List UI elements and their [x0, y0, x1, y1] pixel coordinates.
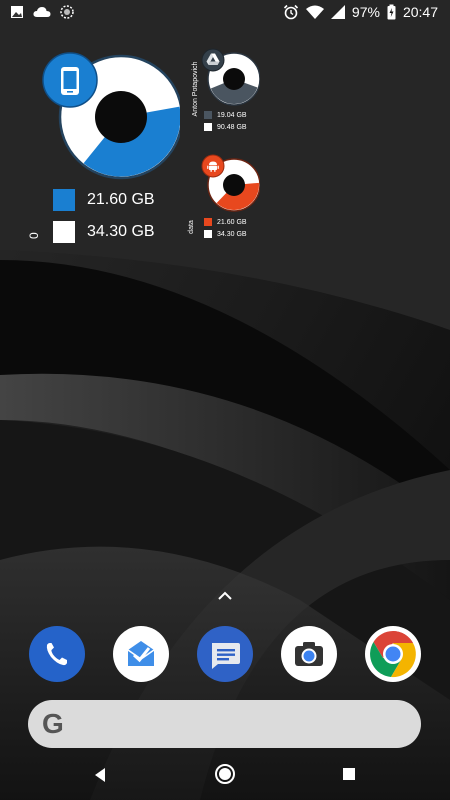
dock-app-camera[interactable] [281, 626, 337, 682]
phone-handset-icon [46, 643, 67, 666]
dock-app-messages[interactable] [197, 626, 253, 682]
data-widget-title: data [188, 220, 195, 234]
legend-row-used: 21.60 GB [53, 189, 155, 211]
dock-app-phone[interactable] [29, 626, 85, 682]
image-icon [11, 6, 23, 18]
status-bar: 97% 20:47 [0, 0, 450, 28]
recent-apps-icon[interactable] [342, 767, 356, 781]
android-icon [207, 161, 219, 172]
camera-icon [295, 642, 323, 666]
dock-app-inbox[interactable] [113, 626, 169, 682]
drive-widget[interactable]: Anton Potapovich 19.04 GB 90.48 GB [190, 46, 270, 138]
dock-app-chrome[interactable] [365, 626, 421, 682]
legend-swatch-free [53, 221, 75, 243]
dock [0, 626, 450, 682]
drive-legend-free: 90.48 GB [204, 123, 247, 131]
app-drawer-chevron-up-icon[interactable] [216, 590, 234, 602]
inbox-envelope-icon [127, 641, 155, 666]
google-g-logo: G [42, 708, 64, 739]
phone-icon [61, 67, 79, 95]
legend-row-free: 34.30 GB [53, 221, 155, 243]
signal-icon [330, 5, 345, 19]
legend-swatch-used [53, 189, 75, 211]
cloud-icon [33, 7, 51, 17]
clock: 20:47 [402, 4, 438, 20]
storage-widget-large[interactable] [40, 50, 184, 185]
navigation-bar [0, 752, 450, 800]
sync-circle-icon [60, 5, 74, 19]
data-storage-widget[interactable]: data 21.60 GB 34.30 GB [188, 152, 270, 246]
home-icon[interactable] [214, 763, 236, 785]
data-legend-used: 21.60 GB [204, 218, 247, 226]
back-icon[interactable] [92, 766, 108, 784]
chrome-icon [367, 628, 419, 680]
wifi-icon [305, 5, 324, 19]
message-bubble-icon [212, 643, 240, 669]
drive-legend-used: 19.04 GB [204, 111, 247, 119]
google-drive-icon [206, 53, 220, 65]
alarm-icon [283, 4, 298, 20]
side-label: 0 [27, 232, 41, 239]
google-search-bar[interactable]: G [28, 700, 421, 748]
legend-label-used: 21.60 GB [87, 191, 155, 208]
battery-charging-icon [387, 4, 396, 20]
legend-label-free: 34.30 GB [87, 223, 155, 240]
data-legend-free: 34.30 GB [204, 230, 247, 238]
battery-percent: 97% [351, 4, 380, 20]
